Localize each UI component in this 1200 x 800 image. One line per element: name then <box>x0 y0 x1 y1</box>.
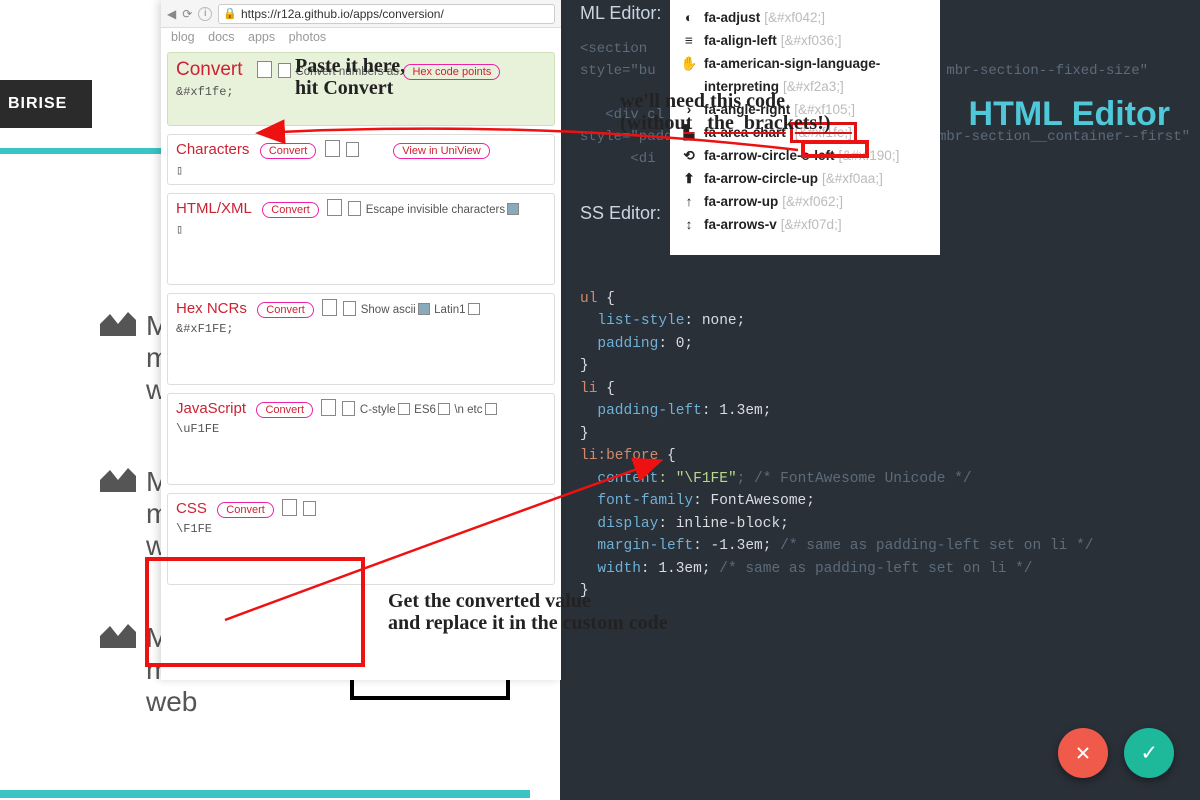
lock-icon: 🔒 <box>223 7 237 20</box>
annotation-paste: Paste it here, hit Convert <box>295 55 405 99</box>
javascript-output[interactable]: \uF1FE <box>176 422 546 436</box>
fa-item-name: fa-arrow-circle-up <box>704 171 818 186</box>
showascii-opt: Show ascii <box>361 304 416 316</box>
htmlxml-output[interactable]: ▯ <box>176 222 546 237</box>
nav-photos[interactable]: photos <box>289 30 327 44</box>
copy-icon[interactable] <box>284 501 297 516</box>
fa-item-code: [&#xf062;] <box>782 194 843 209</box>
doc-icon[interactable] <box>278 63 291 78</box>
html-code-snippet-right[interactable]: ve mbr-section--fixed-size"r mbr-section… <box>921 60 1190 148</box>
showascii-checkbox[interactable] <box>418 303 430 315</box>
site-nav: blog docs apps photos <box>161 28 561 44</box>
htmlxml-block: HTML/XML Convert Escape invisible charac… <box>167 193 555 285</box>
nav-blog[interactable]: blog <box>171 30 195 44</box>
css-editor-header: SS Editor: <box>580 203 661 224</box>
convert-button[interactable]: Convert <box>217 502 274 518</box>
annotation-needcode: we'll need this code (without the bracke… <box>620 90 831 134</box>
hex-code-points-pill[interactable]: Hex code points <box>403 64 500 80</box>
hexncr-output[interactable]: &#xF1FE; <box>176 322 546 336</box>
fa-list-item[interactable]: ⬆ fa-arrow-circle-up [&#xf0aa;] <box>680 167 930 190</box>
copy-icon[interactable] <box>323 401 336 416</box>
latin1-opt: Latin1 <box>434 304 465 316</box>
fa-item-code: [&#xf0aa;] <box>822 171 883 186</box>
css-output[interactable]: \F1FE <box>176 522 546 536</box>
fa-glyph-icon: ↑ <box>680 194 698 209</box>
block-title: Characters <box>176 141 249 158</box>
convert-button[interactable]: Convert <box>256 402 313 418</box>
cancel-button[interactable]: ✕ <box>1058 728 1108 778</box>
url-input[interactable]: 🔒 https://r12a.github.io/apps/conversion… <box>218 4 555 24</box>
fa-item-name: fa-arrows-v <box>704 217 777 232</box>
copy-icon[interactable] <box>329 201 342 216</box>
highlight-box-code <box>801 140 869 158</box>
copy-icon[interactable] <box>324 301 337 316</box>
fa-list-item[interactable]: ✋ fa-american-sign-language- <box>680 52 930 75</box>
fa-item-name: fa-align-left <box>704 33 777 48</box>
fa-item-code: [&#xf042;] <box>764 10 825 25</box>
nesc-opt: \n etc <box>454 404 482 416</box>
fa-glyph-icon: ≡ <box>680 33 698 48</box>
view-uniview-button[interactable]: View in UniView <box>393 143 489 159</box>
cstyle-opt: C-style <box>360 404 396 416</box>
fa-glyph-icon: ⬆ <box>680 171 698 187</box>
fa-item-code: [&#xf07d;] <box>781 217 842 232</box>
brand-badge: BIRISE <box>0 80 92 128</box>
fa-item-name: fa-american-sign-language- <box>704 56 880 71</box>
back-icon[interactable]: ◀ <box>167 7 176 21</box>
copy-icon[interactable] <box>259 63 272 78</box>
fa-list-item[interactable]: ◐ fa-adjust [&#xf042;] <box>680 6 930 29</box>
area-chart-icon <box>100 310 140 338</box>
highlight-box-css-output <box>145 557 365 667</box>
block-title: CSS <box>176 500 207 517</box>
fa-item-name: fa-adjust <box>704 10 760 25</box>
fa-glyph-icon: ↕ <box>680 217 698 232</box>
escape-checkbox[interactable] <box>507 203 519 215</box>
address-bar: ◀ ⟳ i 🔒 https://r12a.github.io/apps/conv… <box>161 0 561 28</box>
nav-apps[interactable]: apps <box>248 30 275 44</box>
html-editor-header: ML Editor: <box>580 3 661 24</box>
fa-item-code: [&#xf036;] <box>781 33 842 48</box>
doc-icon[interactable] <box>348 201 361 216</box>
escape-opt: Escape invisible characters <box>366 204 505 216</box>
fa-item-name: fa-arrow-up <box>704 194 778 209</box>
characters-block: Characters Convert View in UniView ▯ <box>167 134 555 185</box>
doc-icon[interactable] <box>343 301 356 316</box>
hexncr-block: Hex NCRs Convert Show ascii Latin1 &#xF1… <box>167 293 555 385</box>
fa-glyph-icon: ⟲ <box>680 148 698 164</box>
fa-glyph-icon: ✋ <box>680 56 698 72</box>
block-title: HTML/XML <box>176 200 252 217</box>
cstyle-checkbox[interactable] <box>398 403 410 415</box>
doc-icon[interactable] <box>342 401 355 416</box>
confirm-button[interactable]: ✓ <box>1124 728 1174 778</box>
area-chart-icon <box>100 622 140 650</box>
url-text: https://r12a.github.io/apps/conversion/ <box>241 7 444 21</box>
annotation-getvalue: Get the converted value and replace it i… <box>388 590 668 634</box>
copy-icon[interactable] <box>327 142 340 157</box>
fa-list-item[interactable]: ↑ fa-arrow-up [&#xf062;] <box>680 190 930 213</box>
area-chart-icon <box>100 466 140 494</box>
css-code-block[interactable]: ul { list-style: none; padding: 0; } li … <box>580 265 1093 603</box>
es6-opt: ES6 <box>414 404 436 416</box>
characters-output[interactable]: ▯ <box>176 163 546 178</box>
latin1-checkbox[interactable] <box>468 303 480 315</box>
convert-button[interactable]: Convert <box>257 302 314 318</box>
fa-glyph-icon: ◐ <box>680 10 698 25</box>
nav-docs[interactable]: docs <box>208 30 234 44</box>
es6-checkbox[interactable] <box>438 403 450 415</box>
convert-button[interactable]: Convert <box>262 202 319 218</box>
divider <box>0 790 530 798</box>
convert-title: Convert <box>176 59 243 81</box>
block-title: JavaScript <box>176 400 246 417</box>
doc-icon[interactable] <box>303 501 316 516</box>
block-title: Hex NCRs <box>176 300 247 317</box>
doc-icon[interactable] <box>346 142 359 157</box>
reload-icon[interactable]: ⟳ <box>182 7 192 21</box>
convert-button[interactable]: Convert <box>260 143 317 159</box>
nesc-checkbox[interactable] <box>485 403 497 415</box>
fa-list-item[interactable]: ≡ fa-align-left [&#xf036;] <box>680 29 930 52</box>
fa-list-item[interactable]: ↕ fa-arrows-v [&#xf07d;] <box>680 213 930 236</box>
info-icon[interactable]: i <box>198 7 212 21</box>
javascript-block: JavaScript Convert C-style ES6 \n etc \u… <box>167 393 555 485</box>
